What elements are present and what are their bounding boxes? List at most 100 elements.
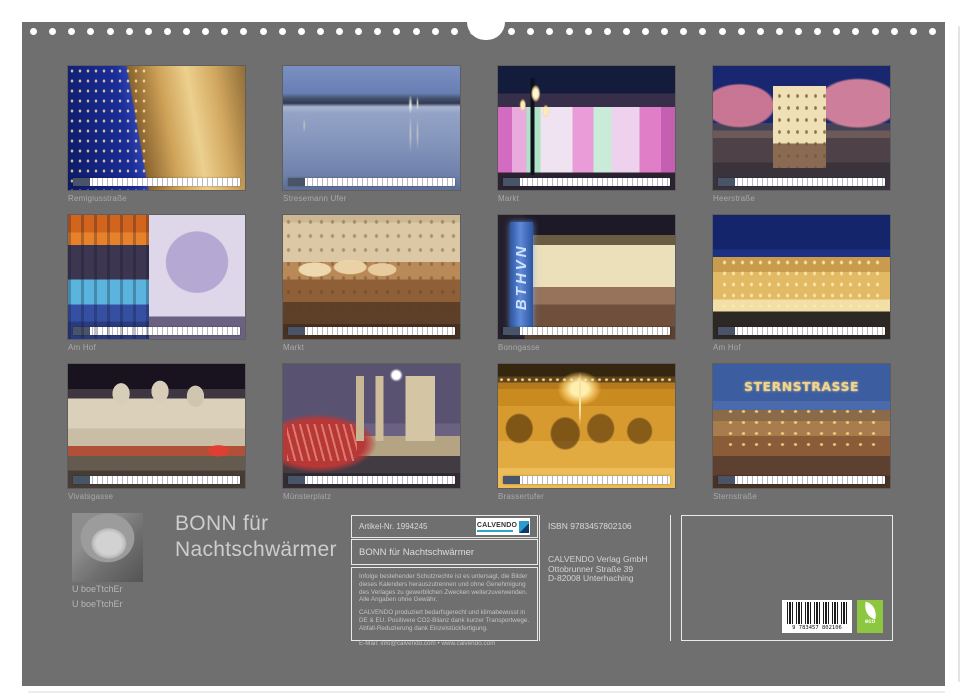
punch-hole bbox=[374, 28, 381, 35]
publisher-city: D-82008 Unterhaching bbox=[548, 574, 666, 584]
article-number-box: Artikel-Nr. 1994245 CALVENDO bbox=[351, 515, 538, 538]
isbn: ISBN 9783457802106 bbox=[548, 521, 666, 531]
month-thumbnail-muensterplatz bbox=[283, 364, 460, 488]
month-thumbnail-am-hof-uni bbox=[68, 215, 245, 339]
month-caption: Am Hof bbox=[713, 343, 890, 353]
punch-hole bbox=[738, 28, 745, 35]
calendar-title-line1: BONN für bbox=[175, 511, 337, 537]
author-portrait-photo bbox=[72, 513, 143, 582]
legal-paragraph-2: CALVENDO produziert bedarfsgerecht und k… bbox=[359, 609, 530, 632]
month-caption: Remigiusstraße bbox=[68, 194, 245, 204]
month-thumbnails-grid: Remigiusstraße Stresemann Ufer Markt Hee… bbox=[68, 66, 890, 502]
calendar-strip bbox=[718, 476, 885, 484]
month-thumbnail-stresemann-ufer bbox=[283, 66, 460, 190]
calendar-strip bbox=[73, 476, 240, 484]
month-cell: Remigiusstraße bbox=[68, 66, 245, 204]
punch-hole bbox=[891, 28, 898, 35]
punch-hole bbox=[30, 28, 37, 35]
month-cell: Markt bbox=[283, 215, 460, 353]
author-name-line2: U boeTtchEr bbox=[72, 597, 123, 612]
month-cell: Heerstraße bbox=[713, 66, 890, 204]
punch-hole bbox=[680, 28, 687, 35]
month-caption: Markt bbox=[498, 194, 675, 204]
punch-hole bbox=[240, 28, 247, 35]
legal-paragraph-1: Infolge bestehender Schutzrechte ist es … bbox=[359, 573, 530, 604]
punch-hole bbox=[451, 28, 458, 35]
calendar-strip bbox=[503, 476, 670, 484]
isbn-publisher-column: ISBN 9783457802106 CALVENDO Verlag GmbH … bbox=[548, 515, 666, 584]
month-cell: Am Hof bbox=[713, 215, 890, 353]
page-edge bbox=[958, 26, 960, 682]
month-thumbnail-bonngasse: BTHVN bbox=[498, 215, 675, 339]
month-caption: Vivatsgasse bbox=[68, 492, 245, 502]
punch-hole bbox=[604, 28, 611, 35]
month-caption: Stresemann Ufer bbox=[283, 194, 460, 204]
punch-hole bbox=[527, 28, 534, 35]
punch-hole bbox=[164, 28, 171, 35]
punch-hole bbox=[566, 28, 573, 35]
eco-label: eco bbox=[857, 618, 883, 626]
footer-divider-left bbox=[539, 515, 540, 641]
month-thumbnail-markt-cafes bbox=[283, 215, 460, 339]
calendar-strip bbox=[73, 178, 240, 186]
punch-hole bbox=[317, 28, 324, 35]
punch-hole bbox=[585, 28, 592, 35]
punch-hole bbox=[929, 28, 936, 35]
calendar-back-card: Remigiusstraße Stresemann Ufer Markt Hee… bbox=[22, 22, 945, 686]
punch-hole bbox=[202, 28, 209, 35]
month-caption: Am Hof bbox=[68, 343, 245, 353]
punch-hole bbox=[107, 28, 114, 35]
punch-hole bbox=[87, 28, 94, 35]
month-cell: Brassertufer bbox=[498, 364, 675, 502]
month-thumbnail-vivatsgasse bbox=[68, 364, 245, 488]
calendar-strip bbox=[718, 327, 885, 335]
punch-hole bbox=[145, 28, 152, 35]
article-number: Artikel-Nr. 1994245 bbox=[359, 522, 427, 531]
punch-hole bbox=[183, 28, 190, 35]
barcode-bars bbox=[787, 602, 847, 624]
month-cell: Markt bbox=[498, 66, 675, 204]
month-thumbnail-am-hof-corner bbox=[713, 215, 890, 339]
sternstrasse-lights-text: STERNSTRASSE bbox=[713, 379, 890, 394]
contact-email-line: E-Mail: info@calvendo.com • www.calvendo… bbox=[359, 640, 530, 648]
punch-hole bbox=[910, 28, 917, 35]
punch-hole bbox=[623, 28, 630, 35]
month-cell: Am Hof bbox=[68, 215, 245, 353]
punch-hole bbox=[642, 28, 649, 35]
punch-hole bbox=[68, 28, 75, 35]
calvendo-logo: CALVENDO bbox=[476, 518, 530, 535]
calvendo-flag-icon bbox=[519, 521, 529, 533]
calendar-strip bbox=[288, 178, 455, 186]
punch-hole bbox=[776, 28, 783, 35]
hanger-notch bbox=[467, 22, 505, 40]
leaf-icon bbox=[862, 602, 878, 619]
calvendo-logo-tagline-bar bbox=[477, 530, 513, 532]
punch-hole bbox=[432, 28, 439, 35]
punch-hole bbox=[355, 28, 362, 35]
calendar-strip bbox=[718, 178, 885, 186]
punch-hole bbox=[413, 28, 420, 35]
month-thumbnail-brassertufer bbox=[498, 364, 675, 488]
publisher-address: CALVENDO Verlag GmbH Ottobrunner Straße … bbox=[548, 555, 666, 584]
punch-hole bbox=[719, 28, 726, 35]
calvendo-logo-text-wrap: CALVENDO bbox=[477, 522, 517, 532]
month-caption: Bonngasse bbox=[498, 343, 675, 353]
month-caption: Heerstraße bbox=[713, 194, 890, 204]
month-caption: Markt bbox=[283, 343, 460, 353]
page-shadow bbox=[28, 691, 945, 693]
punch-hole bbox=[852, 28, 859, 35]
punch-hole bbox=[872, 28, 879, 35]
calendar-title-line2: Nachtschwärmer bbox=[175, 537, 337, 563]
barcode-box: 9 783457 802106 eco bbox=[681, 515, 893, 641]
punch-hole bbox=[757, 28, 764, 35]
footer-divider-right bbox=[670, 515, 671, 641]
punch-hole bbox=[49, 28, 56, 35]
month-caption: Münsterplatz bbox=[283, 492, 460, 502]
month-thumbnail-remigiusstrasse bbox=[68, 66, 245, 190]
punch-hole bbox=[699, 28, 706, 35]
month-thumbnail-sternstrasse: STERNSTRASSE bbox=[713, 364, 890, 488]
punch-hole bbox=[279, 28, 286, 35]
punch-hole bbox=[336, 28, 343, 35]
punch-hole bbox=[833, 28, 840, 35]
barcode-number: 9 783457 802106 bbox=[787, 624, 847, 632]
